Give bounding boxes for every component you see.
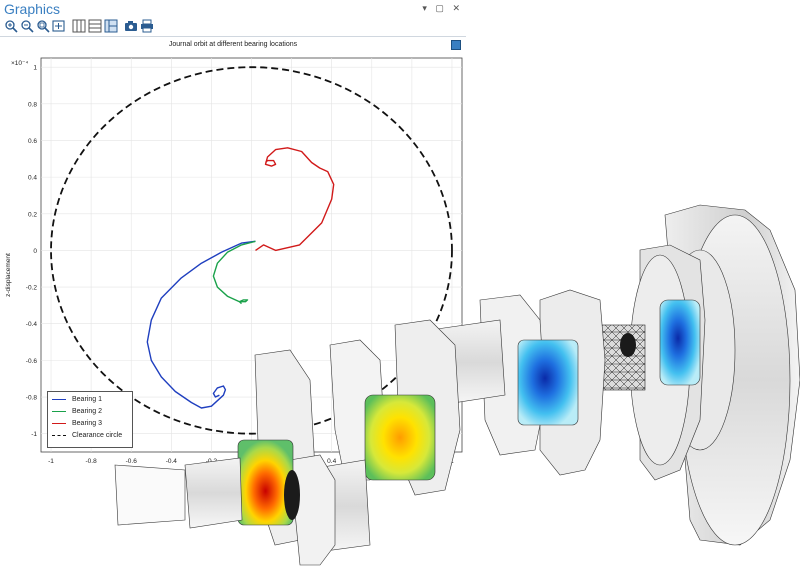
bearing-center-right	[517, 339, 579, 426]
bearing-left	[237, 439, 300, 526]
crankshaft-model-render	[114, 204, 800, 566]
bearing-right	[659, 299, 701, 386]
bearing-middle	[364, 394, 436, 481]
front-shaft	[114, 457, 243, 529]
